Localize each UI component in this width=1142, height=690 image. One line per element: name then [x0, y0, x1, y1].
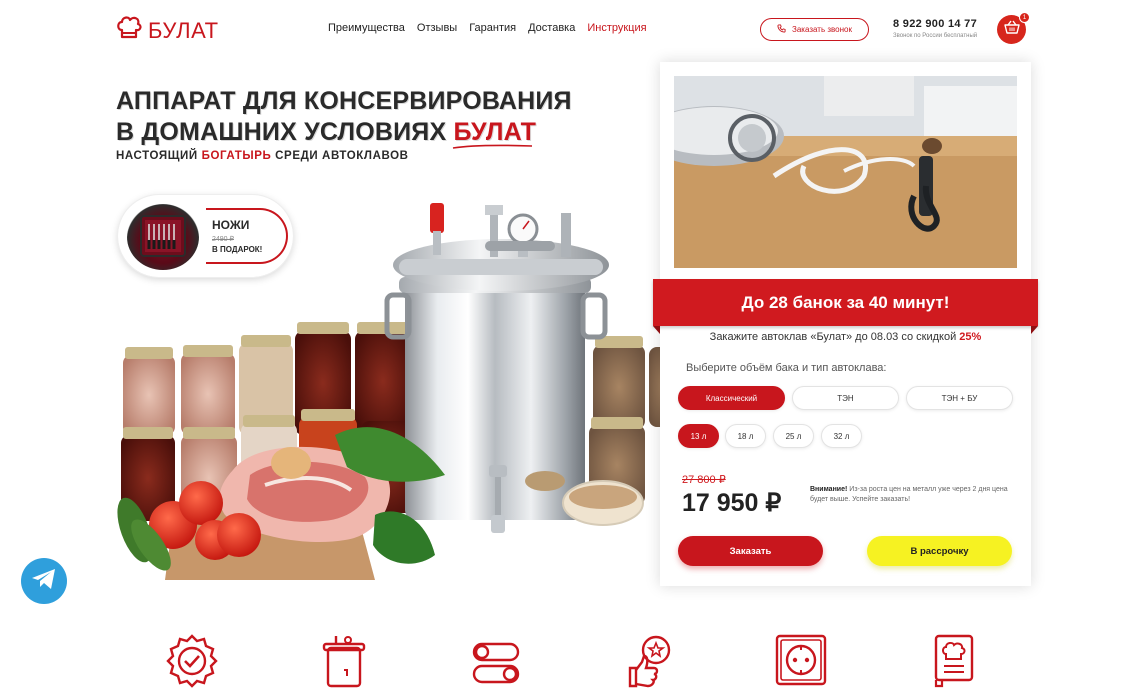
price-warning-label: Внимание! — [810, 486, 848, 493]
hero-title-line2: В ДОМАШНИХ УСЛОВИЯХ — [116, 118, 447, 146]
type-option-ten-bu[interactable]: ТЭН + БУ — [906, 386, 1013, 410]
promo-ribbon: До 28 банок за 40 минут! — [653, 279, 1038, 326]
request-call-label: Заказать звонок — [792, 25, 852, 34]
promo-text: Закажите автоклав «Булат» до 08.03 со ск… — [660, 331, 1031, 343]
nav-item-reviews[interactable]: Отзывы — [417, 22, 457, 34]
hero-title-brand: БУЛАТ — [452, 118, 537, 149]
current-price: 17 950 ₽ — [682, 489, 782, 517]
volume-option-25[interactable]: 25 л — [773, 424, 814, 448]
hero-subtitle-accent: БОГАТЫРЬ — [201, 150, 272, 162]
hero-subtitle: НАСТОЯЩИЙ БОГАТЫРЬ СРЕДИ АВТОКЛАВОВ — [116, 150, 409, 162]
installment-button[interactable]: В рассрочку — [867, 536, 1012, 566]
brand-underline-decoration — [452, 144, 532, 149]
nav-item-delivery[interactable]: Доставка — [528, 22, 575, 34]
nav-item-instructions[interactable]: Инструкция — [587, 22, 646, 34]
pressure-cooker-icon — [322, 636, 366, 688]
main-nav: Преимущества Отзывы Гарантия Доставка Ин… — [328, 22, 647, 34]
thumbs-up-award-icon — [628, 635, 671, 688]
type-option-ten[interactable]: ТЭН — [792, 386, 899, 410]
volume-option-32[interactable]: 32 л — [821, 424, 862, 448]
autoclave-product-image — [117, 203, 665, 580]
ribbon-fold-left — [653, 326, 660, 334]
order-button[interactable]: Заказать — [678, 536, 823, 566]
ribbon-fold-right — [1031, 326, 1038, 334]
basket-icon — [1003, 20, 1020, 39]
toggle-switches-icon — [472, 642, 520, 684]
phone-number[interactable]: 8 922 900 14 77 — [893, 18, 977, 30]
request-call-button[interactable]: Заказать звонок — [760, 18, 869, 41]
hero-title: АППАРАТ ДЛЯ КОНСЕРВИРОВАНИЯ В ДОМАШНИХ У… — [116, 86, 572, 149]
phone-note: Звонок по России бесплатный — [893, 33, 978, 39]
old-price: 27 800 ₽ — [682, 474, 726, 486]
logo-text: БУЛАТ — [148, 17, 219, 43]
price-warning: Внимание! Из-за роста цен на металл уже … — [810, 485, 1015, 505]
telegram-button[interactable] — [21, 558, 67, 604]
chef-hat-icon — [116, 16, 142, 45]
logo[interactable]: БУЛАТ — [116, 16, 219, 45]
hero-subtitle-before: НАСТОЯЩИЙ — [116, 150, 198, 162]
phone-icon — [777, 24, 786, 35]
promo-text-main: Закажите автоклав «Булат» до 08.03 со ск… — [709, 331, 957, 343]
hero-subtitle-after: СРЕДИ АВТОКЛАВОВ — [275, 150, 409, 162]
landing-page: БУЛАТ Преимущества Отзывы Гарантия Доста… — [0, 0, 1142, 690]
type-option-classic[interactable]: Классический — [678, 386, 785, 410]
hero-title-line1: АППАРАТ ДЛЯ КОНСЕРВИРОВАНИЯ — [116, 87, 572, 115]
cart-count-badge: 1 — [1019, 12, 1030, 23]
recipe-book-icon — [934, 634, 974, 688]
features-row — [0, 632, 1142, 690]
volume-option-18[interactable]: 18 л — [725, 424, 766, 448]
product-photo — [674, 76, 1017, 268]
cart-button[interactable]: 1 — [997, 12, 1030, 44]
nav-item-warranty[interactable]: Гарантия — [469, 22, 516, 34]
volume-option-13[interactable]: 13 л — [678, 424, 719, 448]
quality-badge-icon — [166, 634, 218, 688]
hero-title-brand-text: БУЛАТ — [453, 118, 537, 146]
telegram-icon — [31, 568, 57, 595]
phone-block: 8 922 900 14 77 Звонок по России бесплат… — [893, 18, 977, 39]
select-label: Выберите объём бака и тип автоклава: — [686, 362, 887, 374]
nav-item-advantages[interactable]: Преимущества — [328, 22, 405, 34]
power-socket-icon — [775, 634, 827, 686]
promo-percent: 25% — [959, 331, 982, 343]
